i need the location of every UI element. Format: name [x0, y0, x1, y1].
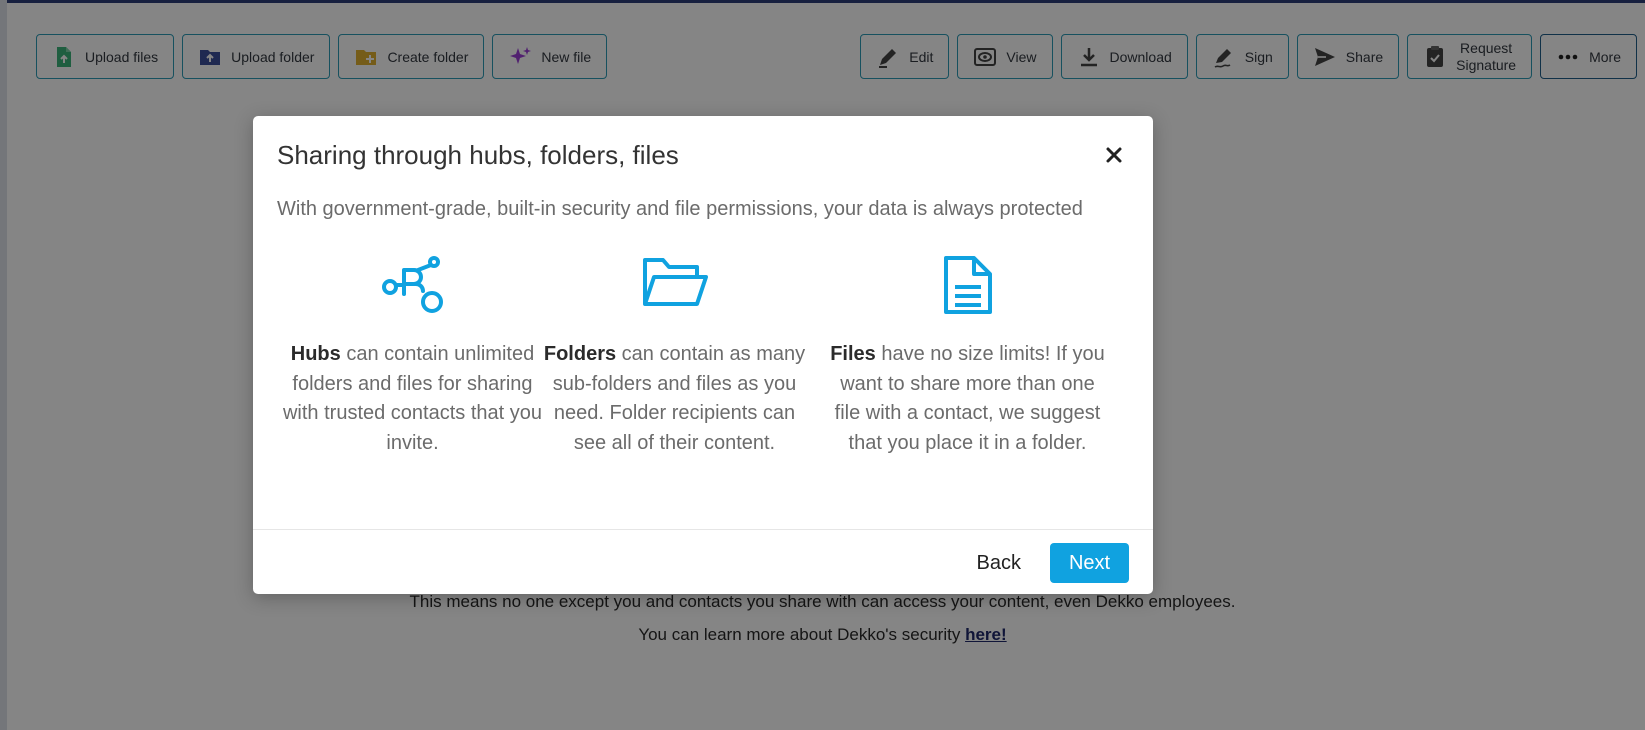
- feature-files-text: Files have no size limits! If you want t…: [830, 340, 1105, 458]
- folder-open-icon: [642, 258, 708, 306]
- feature-files-title: Files: [830, 343, 876, 365]
- next-button[interactable]: Next: [1050, 543, 1129, 583]
- feature-folders-text: Folders can contain as many sub-folders …: [537, 340, 812, 458]
- sharing-intro-dialog: Sharing through hubs, folders, files Wit…: [253, 116, 1153, 594]
- folder-icon-wrap: [537, 254, 812, 322]
- feature-hubs-title: Hubs: [290, 343, 341, 365]
- feature-files: Files have no size limits! If you want t…: [830, 254, 1105, 458]
- document-icon-wrap: [830, 254, 1105, 322]
- dialog-subtitle: With government-grade, built-in security…: [277, 198, 1083, 220]
- feature-list: Hubs can contain unlimited folders and f…: [277, 254, 1129, 494]
- close-button[interactable]: [1103, 144, 1125, 166]
- app-window: Upload files Upload folder Create folder…: [0, 0, 1645, 730]
- feature-folders: Folders can contain as many sub-folders …: [537, 254, 812, 458]
- feature-hubs: Hubs can contain unlimited folders and f…: [275, 254, 550, 458]
- dialog-title: Sharing through hubs, folders, files: [277, 140, 679, 170]
- close-icon: [1106, 147, 1122, 163]
- dialog-footer: Back Next: [253, 529, 1153, 594]
- document-icon: [943, 256, 992, 314]
- feature-folders-title: Folders: [543, 343, 617, 365]
- feature-hubs-text: Hubs can contain unlimited folders and f…: [275, 340, 550, 458]
- hubs-icon: [381, 256, 443, 313]
- back-button[interactable]: Back: [965, 543, 1033, 583]
- feature-files-desc: have no size limits! If you want to shar…: [834, 343, 1105, 454]
- hubs-icon-wrap: [275, 254, 550, 322]
